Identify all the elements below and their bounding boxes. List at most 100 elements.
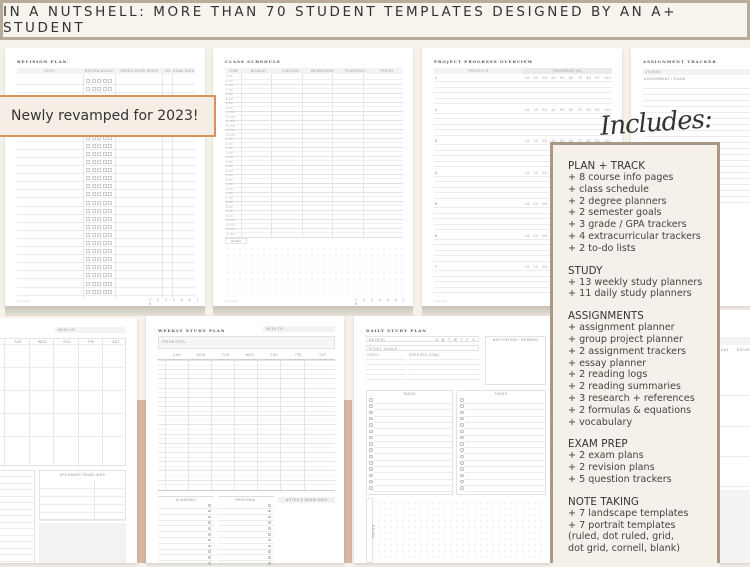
checkbox[interactable] <box>108 160 112 164</box>
checkbox[interactable] <box>97 151 101 156</box>
progress-tick[interactable]: 70 <box>578 108 583 112</box>
checkbox[interactable] <box>86 168 90 173</box>
progress-tick[interactable]: 30 <box>543 202 548 206</box>
progress-tick[interactable]: 90 <box>595 76 600 80</box>
checkbox[interactable] <box>102 208 107 213</box>
checkbox[interactable] <box>108 289 112 294</box>
progress-tick[interactable]: 80 <box>587 76 592 80</box>
checkbox[interactable] <box>102 281 107 286</box>
checkbox[interactable] <box>102 151 107 156</box>
checkbox[interactable] <box>86 200 90 205</box>
progress-tick[interactable]: 40 <box>551 108 556 112</box>
checkbox[interactable] <box>91 281 96 286</box>
checkbox[interactable] <box>91 265 96 270</box>
progress-tick[interactable]: 30 <box>543 139 548 143</box>
checkbox[interactable] <box>91 160 96 164</box>
progress-tick[interactable]: 50 <box>560 76 565 80</box>
checkbox[interactable] <box>108 176 112 181</box>
checkbox[interactable] <box>102 184 107 189</box>
progress-tick[interactable]: 20 <box>534 76 539 80</box>
checkbox[interactable] <box>91 184 96 189</box>
progress-tick[interactable]: 20 <box>534 108 539 112</box>
checkbox[interactable] <box>86 249 90 254</box>
checkbox[interactable] <box>86 151 90 156</box>
checkbox[interactable] <box>86 160 90 164</box>
progress-tick[interactable]: 20 <box>534 171 539 175</box>
progress-tick[interactable]: 20 <box>534 265 539 269</box>
checkbox[interactable] <box>86 79 90 83</box>
checkbox[interactable] <box>108 265 112 270</box>
checkbox[interactable] <box>97 160 101 164</box>
checkbox[interactable] <box>97 224 101 229</box>
checkbox[interactable] <box>102 249 107 254</box>
checkbox[interactable] <box>91 176 96 181</box>
checkbox[interactable] <box>108 151 112 156</box>
checkbox[interactable] <box>97 281 101 286</box>
checkbox[interactable] <box>102 216 107 221</box>
checkbox[interactable] <box>108 224 112 229</box>
progress-tick[interactable]: 60 <box>569 76 574 80</box>
checkbox[interactable] <box>91 216 96 221</box>
checkbox[interactable] <box>97 143 101 148</box>
checkbox[interactable] <box>97 200 101 205</box>
checkbox[interactable] <box>97 79 101 83</box>
checkbox[interactable] <box>97 273 101 278</box>
checkbox[interactable] <box>102 176 107 181</box>
checkbox[interactable] <box>97 168 101 173</box>
checkbox[interactable] <box>86 208 90 213</box>
checkbox[interactable] <box>108 143 112 148</box>
progress-tick[interactable]: 80 <box>587 108 592 112</box>
progress-tick[interactable]: 20 <box>534 202 539 206</box>
checkbox[interactable] <box>97 87 101 92</box>
progress-tick[interactable]: 30 <box>543 265 548 269</box>
checkbox[interactable] <box>102 192 107 197</box>
checkbox[interactable] <box>108 216 112 221</box>
checkbox[interactable] <box>86 192 90 197</box>
checkbox[interactable] <box>108 281 112 286</box>
checkbox[interactable] <box>108 200 112 205</box>
checkbox[interactable] <box>91 208 96 213</box>
checkbox[interactable] <box>86 241 90 245</box>
progress-tick[interactable]: 20 <box>534 139 539 143</box>
checkbox[interactable] <box>102 87 107 92</box>
checkbox[interactable] <box>108 168 112 173</box>
checkbox[interactable] <box>86 289 90 294</box>
checkbox[interactable] <box>91 232 96 237</box>
checkbox[interactable] <box>97 176 101 181</box>
checkbox[interactable] <box>86 184 90 189</box>
progress-tick[interactable]: 10 <box>525 234 530 238</box>
checkbox[interactable] <box>97 241 101 245</box>
checkbox[interactable] <box>108 257 112 262</box>
checkbox[interactable] <box>97 265 101 270</box>
checkbox[interactable] <box>91 224 96 229</box>
progress-tick[interactable]: 50 <box>560 108 565 112</box>
progress-tick[interactable]: 100 <box>604 76 611 80</box>
checkbox[interactable] <box>102 257 107 262</box>
progress-tick[interactable]: 10 <box>525 139 530 143</box>
checkbox[interactable] <box>102 273 107 278</box>
checkbox[interactable] <box>108 241 112 245</box>
checkbox[interactable] <box>97 257 101 262</box>
checkbox[interactable] <box>102 224 107 229</box>
checkbox[interactable] <box>102 241 107 245</box>
checkbox[interactable] <box>86 265 90 270</box>
checkbox[interactable] <box>102 232 107 237</box>
checkbox[interactable] <box>102 289 107 294</box>
checkbox[interactable] <box>86 87 90 92</box>
checkbox[interactable] <box>102 200 107 205</box>
checkbox[interactable] <box>91 249 96 254</box>
checkbox[interactable] <box>91 289 96 294</box>
checkbox[interactable] <box>102 160 107 164</box>
progress-tick[interactable]: 10 <box>525 108 530 112</box>
checkbox[interactable] <box>86 224 90 229</box>
checkbox[interactable] <box>91 192 96 197</box>
progress-tick[interactable]: 10 <box>525 171 530 175</box>
progress-tick[interactable]: 10 <box>525 76 530 80</box>
checkbox[interactable] <box>97 208 101 213</box>
checkbox[interactable] <box>91 257 96 262</box>
checkbox[interactable] <box>91 273 96 278</box>
progress-tick[interactable]: 30 <box>543 234 548 238</box>
progress-tick[interactable]: 20 <box>534 234 539 238</box>
checkbox[interactable] <box>91 168 96 173</box>
checkbox[interactable] <box>108 79 112 83</box>
